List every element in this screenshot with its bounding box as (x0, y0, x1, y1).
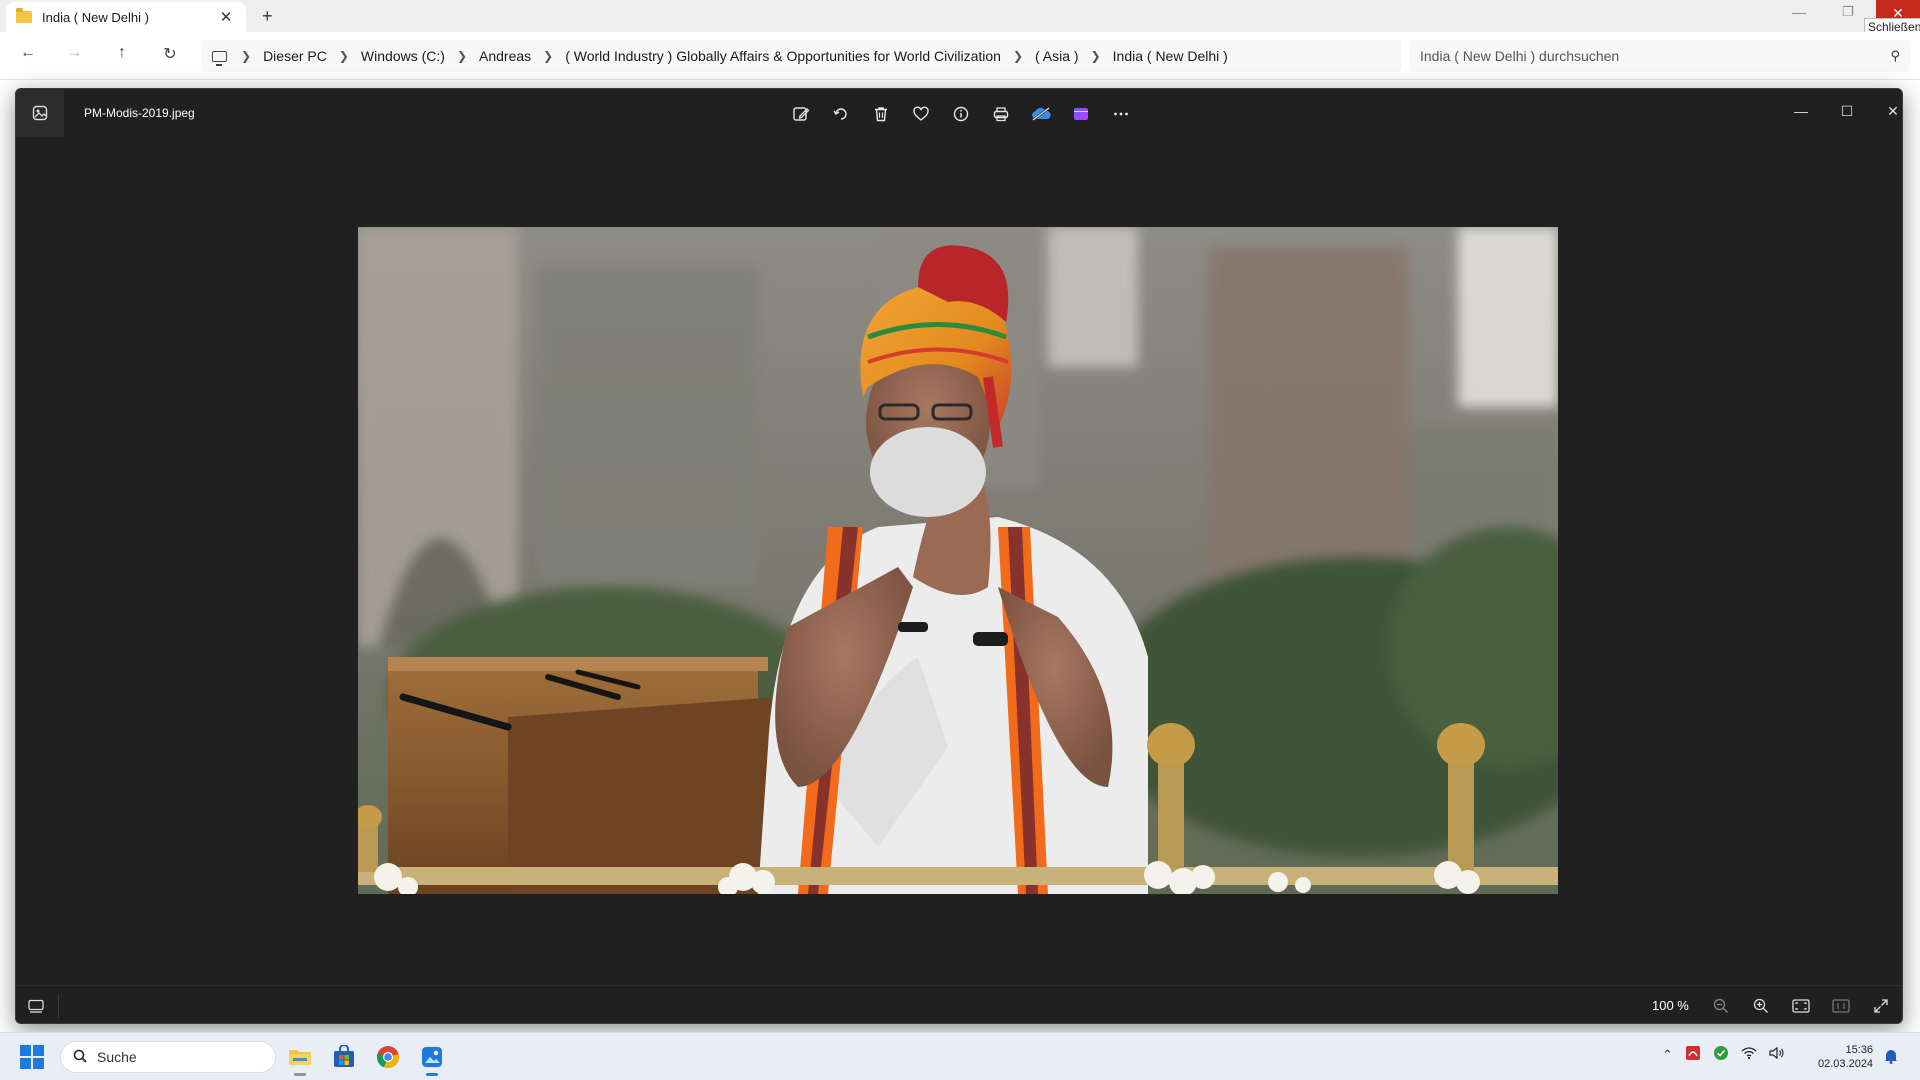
explorer-search-input[interactable]: India ( New Delhi ) durchsuchen ⚲ (1410, 40, 1910, 72)
edit-image-icon[interactable] (786, 99, 816, 129)
photo-image (358, 227, 1558, 894)
system-clock[interactable]: 15:36 02.03.2024 (1818, 1043, 1873, 1071)
chevron-right-icon: ❯ (241, 49, 252, 63)
viewer-title-bar: PM-Modis-2019.jpeg — ☐ ✕ (16, 89, 1902, 137)
chevron-right-icon: ❯ (543, 49, 554, 63)
minimize-icon[interactable]: — (1792, 4, 1806, 20)
chrome-icon[interactable] (372, 1041, 404, 1073)
breadcrumb-item[interactable]: Dieser PC (263, 48, 327, 64)
explorer-tab-bar: India ( New Delhi ) ✕ + — ❐ ✕ Schließen (0, 0, 1920, 36)
breadcrumb-item[interactable]: ( Asia ) (1035, 48, 1079, 64)
active-indicator (426, 1073, 438, 1076)
computer-icon (212, 50, 227, 66)
print-icon[interactable] (986, 99, 1016, 129)
taskbar-search-input[interactable]: Suche (60, 1041, 276, 1073)
onedrive-icon[interactable] (1026, 99, 1056, 129)
security-tray-icon[interactable] (1713, 1045, 1729, 1064)
chevron-up-icon[interactable]: ⌃ (1662, 1047, 1673, 1063)
taskbar-search-label: Suche (97, 1049, 137, 1065)
zoom-in-icon[interactable] (1748, 994, 1774, 1018)
fullscreen-icon[interactable] (1868, 994, 1894, 1018)
new-tab-button[interactable]: + (262, 6, 273, 27)
folder-icon (16, 8, 32, 23)
clock-date: 02.03.2024 (1818, 1058, 1874, 1070)
up-arrow-icon[interactable]: ↑ (110, 44, 134, 62)
file-explorer-taskbar-icon[interactable] (284, 1041, 316, 1076)
delete-icon[interactable] (866, 99, 896, 129)
search-icon (73, 1049, 87, 1066)
restore-icon[interactable]: ❐ (1842, 4, 1854, 20)
explorer-tab[interactable]: India ( New Delhi ) ✕ (6, 2, 246, 32)
clipchamp-icon[interactable] (1066, 99, 1096, 129)
file-name: PM-Modis-2019.jpeg (84, 106, 195, 120)
notification-bell-icon[interactable] (1884, 1048, 1898, 1069)
refresh-icon[interactable]: ↻ (158, 44, 182, 64)
tab-title: India ( New Delhi ) (42, 9, 149, 25)
viewer-toolbar (786, 99, 1136, 129)
microsoft-store-icon[interactable] (328, 1041, 360, 1073)
breadcrumb-item[interactable]: Windows (C:) (361, 48, 445, 64)
pdf-app-tray-icon[interactable] (1685, 1045, 1701, 1064)
breadcrumb-item[interactable]: Andreas (479, 48, 531, 64)
rotate-icon[interactable] (826, 99, 856, 129)
actual-size-icon[interactable] (1828, 994, 1854, 1018)
filmstrip-icon[interactable] (24, 994, 48, 1018)
photos-viewer-window: PM-Modis-2019.jpeg — ☐ ✕ 100 % (15, 88, 1903, 1024)
viewer-maximize-icon[interactable]: ☐ (1832, 99, 1862, 123)
breadcrumb[interactable]: ❯ Dieser PC ❯ Windows (C:) ❯ Andreas ❯ (… (202, 40, 1402, 72)
more-options-icon[interactable] (1106, 99, 1136, 129)
chevron-right-icon: ❯ (456, 49, 467, 63)
info-icon[interactable] (946, 99, 976, 129)
running-indicator (294, 1073, 306, 1076)
taskbar: Suche ⌃ 15:36 02.03.2024 (0, 1032, 1920, 1080)
breadcrumb-item[interactable]: ( World Industry ) Globally Affairs & Op… (565, 48, 1001, 64)
viewer-bottom-bar: 100 % (16, 985, 1902, 1023)
windows-start-icon[interactable] (20, 1045, 44, 1069)
back-arrow-icon[interactable]: ← (16, 44, 40, 62)
zoom-out-icon[interactable] (1708, 994, 1734, 1018)
photo-display[interactable] (358, 227, 1558, 894)
search-placeholder: India ( New Delhi ) durchsuchen (1420, 48, 1620, 64)
chevron-right-icon: ❯ (1012, 49, 1023, 63)
photos-taskbar-icon[interactable] (416, 1041, 448, 1076)
forward-arrow-icon[interactable]: → (62, 44, 86, 62)
zoom-level[interactable]: 100 % (1652, 998, 1689, 1013)
chevron-right-icon: ❯ (1090, 49, 1101, 63)
photos-app-icon (16, 89, 64, 137)
search-icon: ⚲ (1890, 48, 1900, 63)
chevron-right-icon: ❯ (338, 49, 349, 63)
breadcrumb-item[interactable]: India ( New Delhi ) (1113, 48, 1228, 64)
viewer-minimize-icon[interactable]: — (1786, 99, 1816, 123)
viewer-close-icon[interactable]: ✕ (1878, 99, 1902, 123)
wifi-icon[interactable] (1741, 1046, 1757, 1063)
tab-close-icon[interactable]: ✕ (216, 8, 236, 26)
fit-to-window-icon[interactable] (1788, 994, 1814, 1018)
clock-time: 15:36 (1845, 1044, 1874, 1056)
divider (58, 994, 59, 1018)
volume-icon[interactable] (1769, 1046, 1785, 1063)
favorite-heart-icon[interactable] (906, 99, 936, 129)
explorer-nav-bar: ← → ↑ ↻ ❯ Dieser PC ❯ Windows (C:) ❯ And… (0, 32, 1920, 80)
system-tray: ⌃ (1662, 1045, 1785, 1064)
